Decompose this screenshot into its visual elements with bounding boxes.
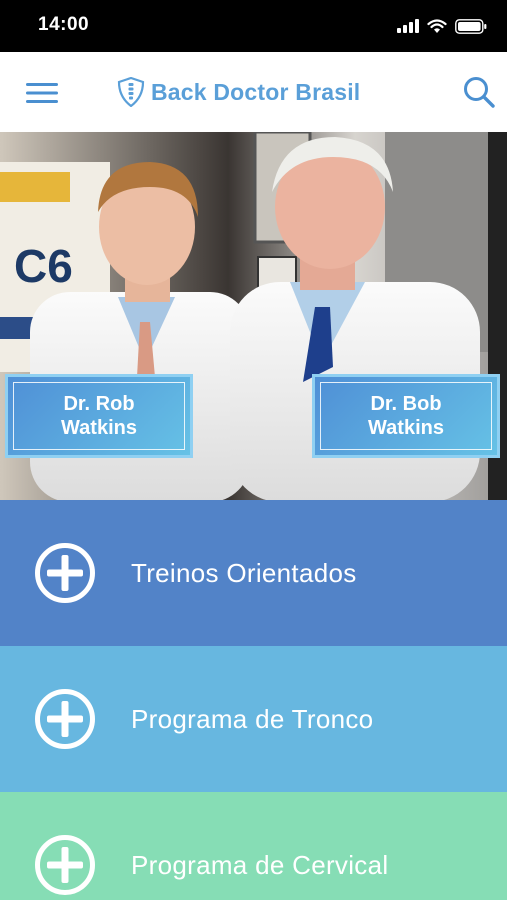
status-bar: 14:00 (0, 0, 507, 52)
status-time: 14:00 (38, 14, 90, 35)
menu-item-label: Programa de Tronco (131, 703, 374, 734)
menu-item-treinos-orientados[interactable]: Treinos Orientados (0, 500, 507, 646)
plus-circle-icon (35, 543, 95, 603)
doctor-label-rob-watkins[interactable]: Dr. Rob Watkins (5, 374, 193, 458)
doctor-name-line1: Dr. Bob (370, 393, 442, 415)
doctor-name-rob: Dr. Rob Watkins (61, 392, 137, 440)
doctor-name-line1: Dr. Rob (63, 393, 135, 415)
app-header: Back Doctor Brasil (0, 52, 507, 132)
doctor-label-bob-watkins[interactable]: Dr. Bob Watkins (312, 374, 500, 458)
plus-circle-icon (35, 835, 95, 895)
wifi-icon (427, 18, 447, 33)
program-menu: Treinos Orientados Programa de Tronco Pr… (0, 500, 507, 900)
battery-icon (455, 18, 487, 34)
hero-banner: C6 Dr. Rob Watkins Dr. Bob Watkins (0, 132, 507, 500)
search-icon (464, 77, 495, 108)
brand: Back Doctor Brasil (117, 74, 360, 110)
menu-item-label: Treinos Orientados (131, 557, 357, 588)
doctor-name-bob: Dr. Bob Watkins (368, 392, 444, 440)
app-title: Back Doctor Brasil (151, 78, 361, 105)
search-button[interactable] (459, 72, 499, 112)
spine-shield-logo-icon (117, 77, 145, 107)
menu-item-programa-de-tronco[interactable]: Programa de Tronco (0, 646, 507, 792)
doctor-name-line2: Watkins (61, 417, 137, 439)
menu-item-label: Programa de Cervical (131, 849, 389, 880)
menu-item-programa-de-cervical[interactable]: Programa de Cervical (0, 792, 507, 900)
plus-circle-icon (35, 689, 95, 749)
hamburger-menu-button[interactable] (22, 76, 62, 110)
doctor-name-line2: Watkins (368, 417, 444, 439)
svg-text:C6: C6 (14, 240, 73, 292)
status-icons (397, 16, 487, 36)
signal-icon (397, 19, 419, 33)
hamburger-icon (26, 83, 58, 103)
